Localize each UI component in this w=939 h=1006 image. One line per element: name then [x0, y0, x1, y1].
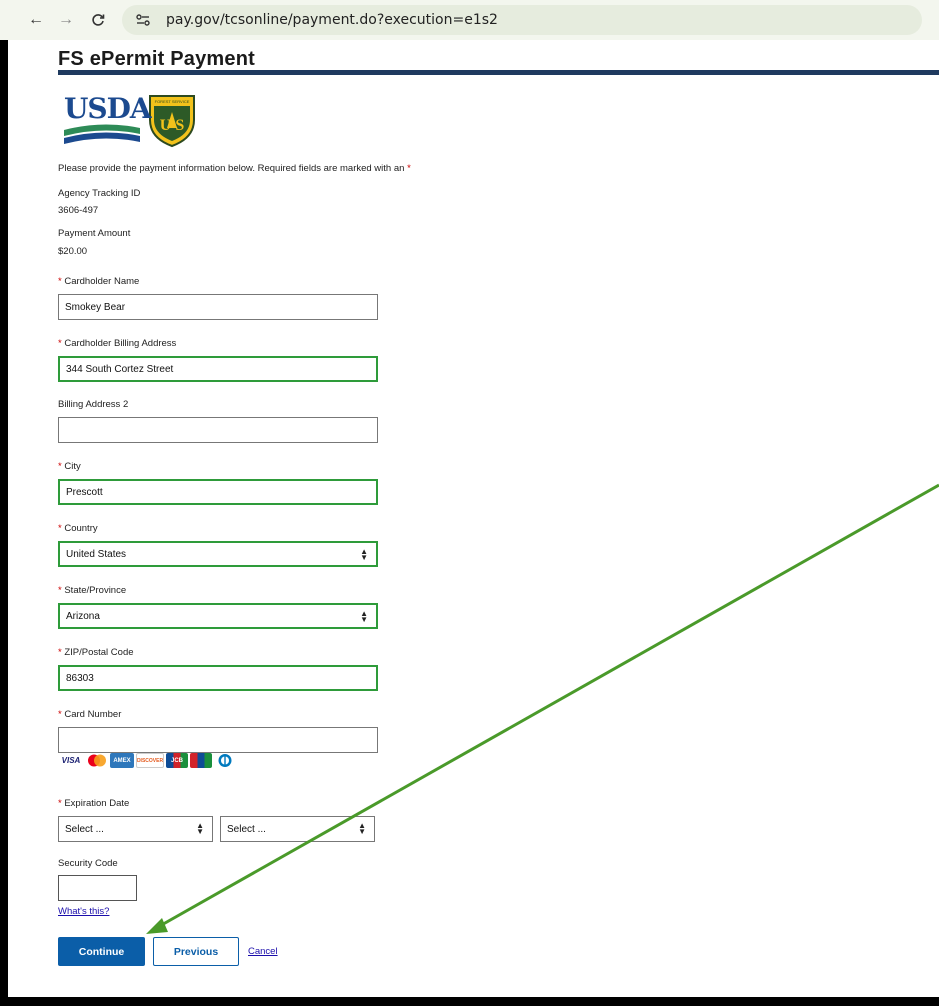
select-arrows-icon: ▲ ▼ [360, 547, 368, 562]
card-number-input[interactable] [58, 727, 378, 753]
select-arrows-icon: ▲ ▼ [358, 821, 366, 836]
state-label: * State/Province [58, 585, 127, 596]
forward-arrow-icon[interactable]: → [54, 8, 78, 32]
title-divider [58, 70, 939, 75]
agency-tracking-label: Agency Tracking ID [58, 188, 141, 199]
accepted-cards: VISA AMEX DISCOVER JCB [58, 753, 236, 768]
select-arrows-icon: ▲ ▼ [360, 609, 368, 624]
usda-logo: USDA [62, 92, 152, 148]
svg-text:FOREST SERVICE: FOREST SERVICE [155, 99, 190, 104]
billing-address-label: * Cardholder Billing Address [58, 338, 177, 349]
security-code-label: Security Code [58, 858, 118, 869]
payment-amount-label: Payment Amount [58, 228, 131, 239]
unionpay-icon [190, 753, 212, 768]
agency-tracking-value: 3606-497 [58, 205, 99, 216]
cardholder-name-input[interactable]: Smokey Bear [58, 294, 378, 320]
city-label: * City [58, 461, 81, 472]
amex-icon: AMEX [110, 753, 134, 768]
zip-label: * ZIP/Postal Code [58, 647, 134, 658]
jcb-icon: JCB [166, 753, 188, 768]
select-arrows-icon: ▲ ▼ [196, 821, 204, 836]
expiration-month-select[interactable]: Select ... ▲ ▼ [58, 816, 213, 842]
page-title: FS ePermit Payment [58, 48, 256, 70]
visa-icon: VISA [58, 753, 84, 768]
reload-icon[interactable] [86, 8, 110, 32]
country-select[interactable]: United States ▲ ▼ [58, 541, 378, 567]
payment-amount-value: $20.00 [58, 246, 88, 257]
country-label: * Country [58, 523, 98, 534]
whats-this-link[interactable]: What's this? [58, 906, 109, 917]
mastercard-icon [86, 753, 108, 768]
state-select[interactable]: Arizona ▲ ▼ [58, 603, 378, 629]
page-content: FS ePermit Payment USDA U S FOREST SERVI… [8, 40, 939, 997]
instructions-text: Please provide the payment information b… [58, 163, 411, 174]
back-arrow-icon[interactable]: ← [24, 8, 48, 32]
address-bar[interactable]: pay.gov/tcsonline/payment.do?execution=e… [122, 5, 922, 35]
url-text: pay.gov/tcsonline/payment.do?execution=e… [166, 12, 498, 28]
site-settings-icon[interactable] [132, 9, 154, 31]
expiration-year-select[interactable]: Select ... ▲ ▼ [220, 816, 375, 842]
billing-address2-input[interactable] [58, 417, 378, 443]
diners-club-icon [214, 753, 236, 768]
continue-button[interactable]: Continue [58, 937, 145, 966]
cancel-link[interactable]: Cancel [248, 946, 278, 957]
security-code-input[interactable] [58, 875, 137, 901]
expiration-label: * Expiration Date [58, 798, 130, 809]
previous-button[interactable]: Previous [153, 937, 239, 966]
city-input[interactable]: Prescott [58, 479, 378, 505]
billing-address2-label: Billing Address 2 [58, 399, 129, 410]
forest-service-shield-icon: U S FOREST SERVICE [146, 92, 198, 148]
agency-logos: USDA U S FOREST SERVICE [62, 92, 198, 148]
billing-address-input[interactable]: 344 South Cortez Street [58, 356, 378, 382]
cardholder-name-label: * Cardholder Name [58, 276, 140, 287]
browser-toolbar: ← → pay.gov/tcsonline/payment.do?executi… [0, 0, 939, 40]
discover-icon: DISCOVER [136, 753, 164, 768]
zip-input[interactable]: 86303 [58, 665, 378, 691]
card-number-label: * Card Number [58, 709, 122, 720]
